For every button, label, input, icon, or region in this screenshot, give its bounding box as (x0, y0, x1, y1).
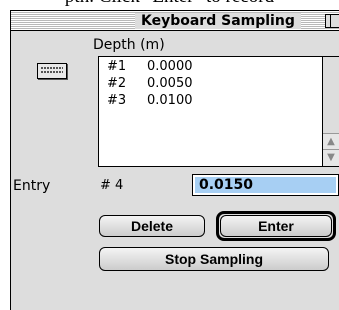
depth-entry-value[interactable]: 0.0150 (195, 177, 336, 193)
list-item-index: #1 (107, 59, 127, 74)
depth-entry-field[interactable]: 0.0150 (192, 174, 339, 196)
keyboard-sampling-window: Keyboard Sampling Depth (m) #1 0.0000 #2 0… (10, 10, 339, 310)
enter-button[interactable]: Enter (220, 215, 332, 237)
list-item-value: 0.0050 (147, 76, 193, 91)
entry-label: Entry (13, 178, 51, 194)
enter-button-default-ring: Enter (216, 211, 336, 241)
list-item-index: #3 (107, 93, 127, 108)
zoom-box-icon[interactable] (325, 14, 339, 28)
list-item[interactable]: #2 0.0050 (107, 76, 193, 92)
scroll-up-icon[interactable]: ▲ (323, 133, 339, 150)
title-bar[interactable]: Keyboard Sampling (11, 11, 339, 31)
list-item[interactable]: #3 0.0100 (107, 93, 193, 109)
scroll-down-icon[interactable]: ▼ (323, 149, 339, 166)
sample-list[interactable]: #1 0.0000 #2 0.0050 #3 0.0100 ▲ ▼ (98, 56, 339, 167)
entry-index: # 4 (100, 178, 124, 193)
list-item-value: 0.0100 (147, 93, 193, 108)
stop-sampling-button[interactable]: Stop Sampling (99, 247, 329, 271)
window-title: Keyboard Sampling (135, 13, 301, 29)
list-item-index: #2 (107, 76, 127, 91)
list-item[interactable]: #1 0.0000 (107, 59, 193, 75)
list-item-value: 0.0000 (147, 59, 193, 74)
background-instruction-text: pth. Click "Enter" to record (0, 0, 339, 8)
depth-column-header: Depth (m) (93, 37, 165, 53)
keyboard-icon (37, 63, 67, 79)
delete-button[interactable]: Delete (99, 215, 205, 237)
list-scrollbar[interactable]: ▲ ▼ (322, 57, 339, 166)
